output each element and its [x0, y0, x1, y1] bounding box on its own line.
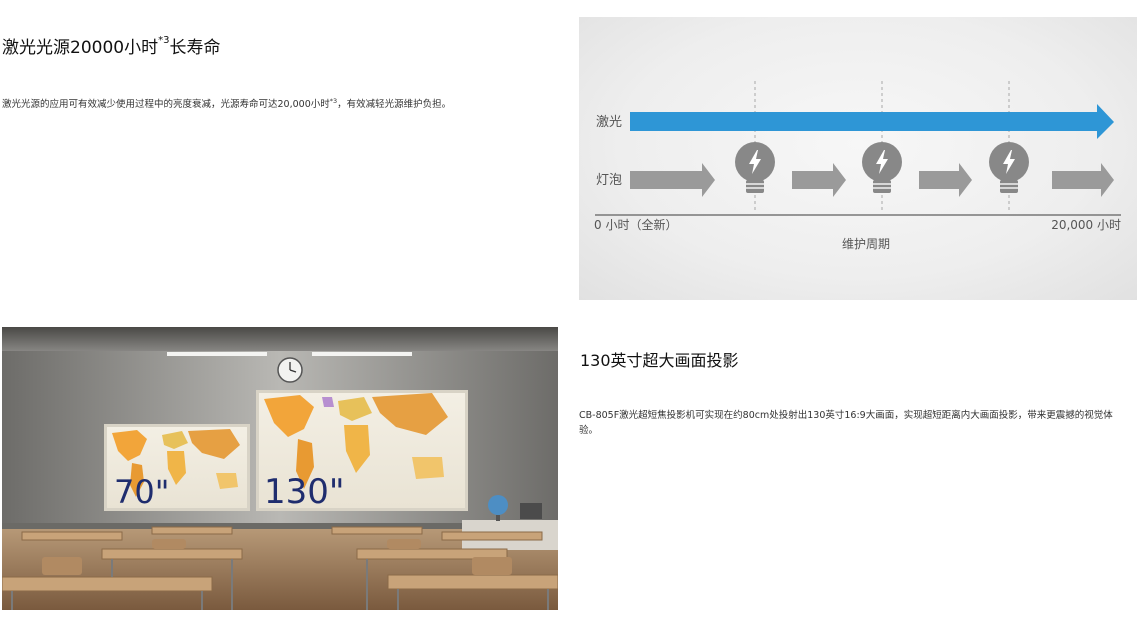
- projection-section-description: CB-805F激光超短焦投影机可实现在约80cm处投射出130英寸16:9大画面…: [579, 410, 1113, 436]
- laser-heading-tail: 长寿命: [169, 38, 221, 58]
- ceiling-light: [312, 352, 412, 356]
- maintenance-timeline-diagram: 激光 灯泡 0 小时（全新） 20,000 小时 维护周期: [579, 17, 1137, 300]
- ceiling: [2, 327, 558, 353]
- wall-clock: [277, 357, 303, 383]
- laser-section-heading: 激光光源20000小时*3长寿命: [2, 33, 220, 58]
- screen-130-label: 130": [264, 472, 345, 512]
- projection-screen-70: 70": [104, 424, 250, 511]
- laser-desc-main: 激光光源的应用可有效减少使用过程中的亮度衰减，光源寿命可达20,000小时: [2, 99, 330, 110]
- bulb-arrow-4: [1052, 163, 1114, 197]
- bulb-row-label: 灯泡: [596, 173, 622, 188]
- laser-row-label: 激光: [596, 115, 622, 130]
- bulb-arrow-1: [630, 163, 715, 197]
- timeline-start-label: 0 小时（全新）: [594, 217, 677, 232]
- laser-section-description: 激光光源的应用可有效减少使用过程中的亮度衰减，光源寿命可达20,000小时*3，…: [2, 96, 451, 110]
- laser-heading-main: 激光光源20000小时: [2, 38, 159, 58]
- lightbulb-icon: [989, 142, 1029, 193]
- projection-screen-130: 130": [256, 390, 468, 512]
- lightbulb-icon: [735, 142, 775, 193]
- projection-section-heading: 130英寸超大画面投影: [580, 351, 739, 370]
- screen-70-label: 70": [114, 473, 169, 511]
- classroom-projection-image: 70" 130": [2, 327, 558, 610]
- laser-lifetime-arrow: [630, 104, 1114, 139]
- lightbulb-icon: [862, 142, 902, 193]
- bulb-arrow-3: [919, 163, 972, 197]
- bulb-arrow-2: [792, 163, 846, 197]
- timeline-end-label: 20,000 小时: [1051, 218, 1121, 232]
- timeline-axis-caption: 维护周期: [842, 237, 890, 251]
- monitor: [520, 503, 542, 519]
- laser-heading-footnote: *3: [158, 35, 170, 47]
- ceiling-light: [167, 352, 267, 356]
- laser-desc-tail: ，有效减轻光源维护负担。: [337, 99, 452, 110]
